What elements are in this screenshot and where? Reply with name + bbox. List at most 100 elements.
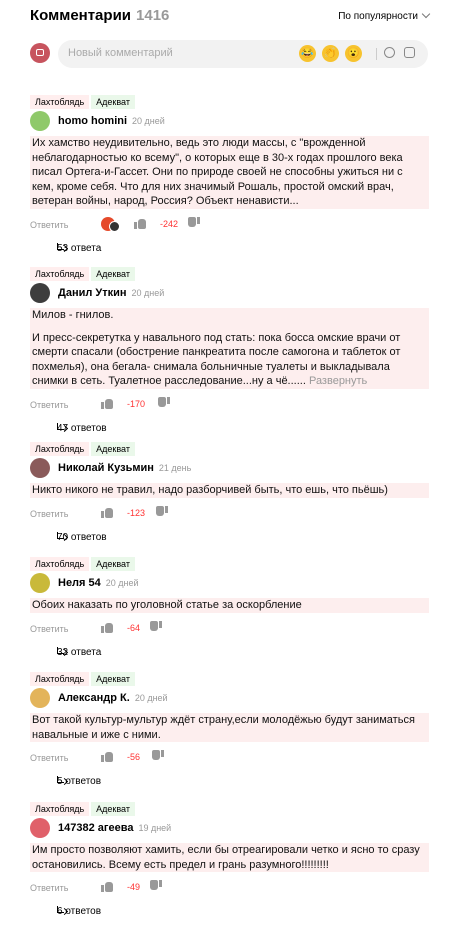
- reply-button[interactable]: Ответить: [30, 883, 68, 893]
- clap-emoji-icon[interactable]: 👏: [322, 45, 339, 62]
- reply-button[interactable]: Ответить: [30, 509, 68, 519]
- author-name[interactable]: Александр К. 20 дней: [58, 692, 168, 704]
- comment-item: Лахтоблядь Адекват homo homini 20 дней Их …: [0, 92, 471, 264]
- badges: Лахтоблядь Адекват: [0, 92, 471, 109]
- new-comment-input[interactable]: [68, 47, 268, 59]
- laugh-emoji-icon[interactable]: 😂: [299, 45, 316, 62]
- thumbs-down-icon[interactable]: [150, 880, 162, 892]
- author-name[interactable]: Неля 54 20 дней: [58, 577, 139, 589]
- comment-text: Обоих наказать по уголовной статье за ос…: [30, 598, 429, 613]
- thumbs-up-icon[interactable]: [101, 621, 113, 633]
- expand-link[interactable]: Развернуть: [309, 375, 367, 387]
- comment-text: Их хамство неудивительно, ведь это люди …: [30, 136, 429, 209]
- badge-laht: Лахтоблядь: [30, 95, 90, 109]
- author-name[interactable]: Данил Уткин 20 дней: [58, 287, 164, 299]
- replies-link[interactable]: 5 ответов: [0, 774, 471, 794]
- comment-actions: Ответить -64: [0, 620, 471, 639]
- sort-label: По популярности: [338, 11, 418, 22]
- thumbs-down-icon[interactable]: [156, 505, 168, 518]
- thumbs-up-icon[interactable]: [134, 217, 146, 229]
- sort-dropdown[interactable]: По популярности: [338, 9, 431, 22]
- comment-text: Милов - гнилов. И пресс-секретутка у нава…: [30, 308, 429, 389]
- comment-actions: Ответить -170: [0, 396, 471, 415]
- comment-actions: Ответить -123: [0, 505, 471, 524]
- comment-text: Никто никого не травил, надо разборчивей…: [30, 483, 429, 498]
- badges: Лахтоблядь Адекват: [0, 264, 471, 281]
- comment-date: 20 дней: [132, 116, 165, 126]
- comments-header: Комментарии 1416 По популярности: [0, 0, 471, 36]
- avatar[interactable]: [30, 818, 50, 838]
- comment-composer: 😂 👏 😮: [0, 40, 471, 70]
- badge-adequate: Адекват: [91, 95, 135, 109]
- thumbs-up-icon[interactable]: [101, 880, 113, 893]
- thumbs-up-icon[interactable]: [101, 506, 113, 518]
- thumbs-down-icon[interactable]: [158, 396, 170, 409]
- comment-input-box[interactable]: 😂 👏 😮: [58, 40, 428, 68]
- rating-score: -242: [160, 218, 179, 229]
- replies-link[interactable]: 70 ответов: [0, 530, 471, 550]
- comment-text: Им просто позволяют хамить, если бы отре…: [30, 843, 429, 873]
- smile-icon[interactable]: [384, 47, 395, 58]
- thumbs-down-icon[interactable]: [188, 216, 200, 229]
- comments-title: Комментарии 1416: [30, 7, 169, 24]
- replies-link[interactable]: 32 ответа: [0, 645, 471, 665]
- badge-adequate: Адекват: [91, 802, 135, 816]
- comment-actions: Ответить -56: [0, 750, 471, 768]
- badges: Лахтоблядь Адекват: [0, 669, 471, 686]
- thumbs-up-icon[interactable]: [101, 750, 113, 763]
- thumbs-up-icon[interactable]: [101, 397, 113, 409]
- reaction-icon-2: [109, 220, 120, 232]
- rating-score: -56: [127, 752, 141, 763]
- camera-icon: [30, 43, 50, 63]
- avatar[interactable]: [30, 111, 50, 131]
- rating-score: -49: [127, 882, 141, 893]
- author-name[interactable]: Николай Кузьмин 21 день: [58, 462, 191, 474]
- badge-laht: Лахтоблядь: [30, 672, 90, 686]
- replies-link[interactable]: 47 ответов: [0, 421, 471, 441]
- thumbs-down-icon[interactable]: [152, 750, 164, 762]
- comment-item: Лахтоблядь Адекват Данил Уткин 20 дней Мил…: [0, 264, 471, 439]
- avatar[interactable]: [30, 283, 50, 303]
- author-name[interactable]: homo homini 20 дней: [58, 115, 165, 127]
- photo-icon[interactable]: [404, 47, 415, 58]
- reply-button[interactable]: Ответить: [30, 400, 68, 410]
- wow-emoji-icon[interactable]: 😮: [345, 45, 362, 62]
- rating-score: -64: [127, 622, 141, 633]
- comment-date: 20 дней: [105, 578, 139, 588]
- avatar[interactable]: [30, 458, 50, 478]
- avatar[interactable]: [30, 573, 50, 593]
- comment-date: 19 дней: [138, 823, 172, 833]
- divider: [376, 48, 377, 60]
- comment-actions: Ответить -242: [0, 216, 471, 235]
- replies-link[interactable]: 53 ответа: [0, 241, 471, 261]
- rating-score: -123: [127, 507, 146, 518]
- badges: Лахтоблядь Адекват: [0, 799, 471, 816]
- comment-text: Вот такой культур-мультур ждёт страну,ес…: [30, 713, 429, 743]
- comment-date: 21 день: [158, 463, 192, 473]
- replies-link[interactable]: 6 ответов: [0, 904, 471, 924]
- badge-adequate: Адекват: [91, 442, 135, 456]
- badge-adequate: Адекват: [91, 267, 135, 281]
- comment-item: Лахтоблядь Адекват Неля 54 20 дней Обоих н…: [0, 554, 471, 669]
- rating-score: -170: [127, 398, 146, 409]
- comment-item: Лахтоблядь Адекват 147382 агеева 19 дней И…: [0, 799, 471, 929]
- badge-adequate: Адекват: [91, 557, 135, 571]
- avatar[interactable]: [30, 688, 50, 708]
- author-name[interactable]: 147382 агеева 19 дней: [58, 822, 171, 834]
- reply-button[interactable]: Ответить: [30, 624, 68, 634]
- reply-button[interactable]: Ответить: [30, 220, 68, 230]
- badge-laht: Лахтоблядь: [30, 442, 90, 456]
- badge-adequate: Адекват: [91, 672, 135, 686]
- comment-list: Лахтоблядь Адекват homo homini 20 дней Их …: [0, 92, 471, 929]
- comment-item: Лахтоблядь Адекват Николай Кузьмин 21 день…: [0, 439, 471, 554]
- thumbs-down-icon[interactable]: [150, 620, 162, 633]
- badge-laht: Лахтоблядь: [30, 557, 90, 571]
- title-label: Комментарии: [30, 7, 132, 24]
- chevron-down-icon: [421, 9, 431, 19]
- comments-count: 1416: [136, 7, 170, 24]
- comment-date: 20 дней: [134, 693, 168, 703]
- comment-item: Лахтоблядь Адекват Александр К. 20 дней Во…: [0, 669, 471, 799]
- reply-button[interactable]: Ответить: [30, 753, 68, 763]
- comment-date: 20 дней: [131, 288, 165, 298]
- badge-laht: Лахтоблядь: [30, 802, 90, 816]
